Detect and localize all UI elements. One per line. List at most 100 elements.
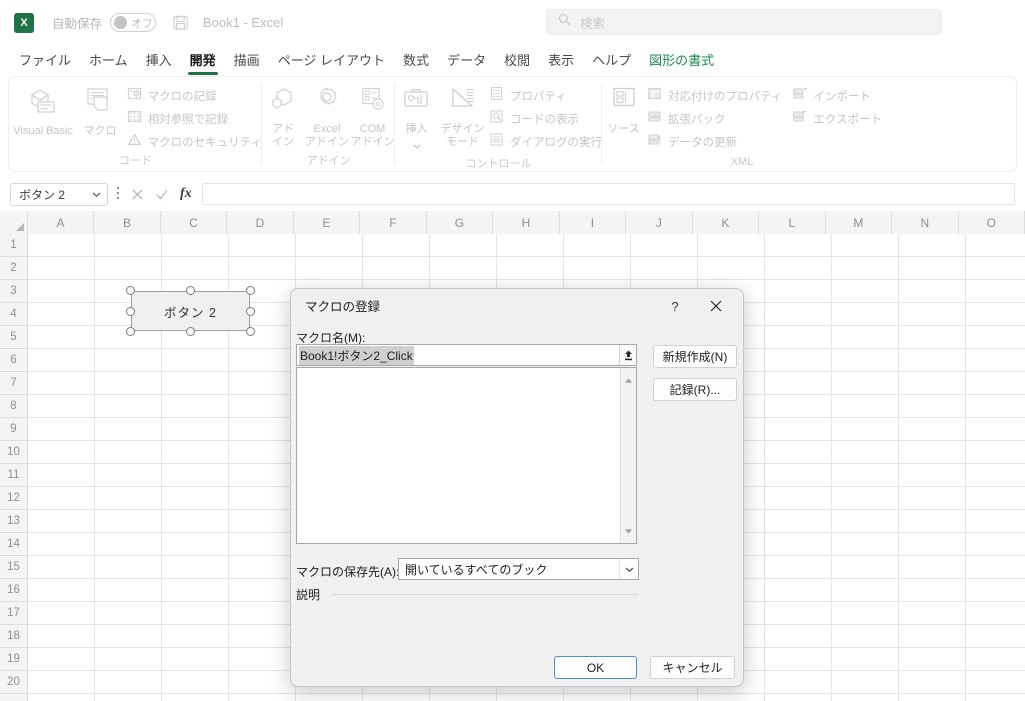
tab-shape-format[interactable]: 図形の書式 (640, 48, 723, 71)
help-icon[interactable]: ? (663, 296, 687, 316)
record-macro-dialog-button[interactable]: 記録(R)... (653, 378, 737, 401)
macro-name-input[interactable]: Book1!ボタン2_Click (296, 344, 637, 366)
tab-file[interactable]: ファイル (10, 48, 80, 71)
macro-security-button[interactable]: マクロのセキュリティ (127, 132, 262, 152)
spin-up-icon[interactable] (619, 345, 636, 365)
run-dialog-button[interactable]: ダイアログの実行 (489, 132, 602, 152)
column-header-C[interactable]: C (160, 211, 228, 234)
column-header-D[interactable]: D (227, 211, 294, 234)
chevron-down-icon[interactable] (412, 137, 422, 155)
row-header-8[interactable]: 8 (0, 395, 27, 418)
map-properties-button[interactable]: 対応付けのプロパティ (647, 86, 782, 106)
resize-handle-top-right[interactable] (246, 286, 255, 295)
column-header-N[interactable]: N (892, 211, 959, 234)
row-header-15[interactable]: 15 (0, 556, 27, 579)
formula-input[interactable] (201, 183, 1015, 205)
macro-list[interactable] (296, 367, 637, 544)
tab-data[interactable]: データ (438, 48, 495, 71)
com-addins-button[interactable]: COM アドイン (350, 82, 395, 148)
tab-page-layout[interactable]: ページ レイアウト (269, 48, 394, 71)
addins-button[interactable]: アド イン (262, 82, 304, 148)
column-header-O[interactable]: O (958, 211, 1025, 234)
tab-home[interactable]: ホーム (80, 48, 137, 71)
tab-developer[interactable]: 開発 (181, 48, 225, 75)
column-header-L[interactable]: L (759, 211, 826, 234)
chevron-down-icon[interactable] (619, 559, 638, 579)
use-relative-references-button[interactable]: 相対参照で記録 (127, 109, 262, 129)
search-input[interactable]: 検索 (546, 9, 942, 35)
macro-store-select[interactable]: 開いているすべてのブック (398, 558, 639, 580)
column-header-F[interactable]: F (360, 211, 427, 234)
macro-list-scrollbar[interactable] (620, 368, 636, 543)
column-header-J[interactable]: J (626, 211, 693, 234)
row-header-20[interactable]: 20 (0, 671, 27, 694)
column-header-A[interactable]: A (27, 211, 95, 234)
row-header-13[interactable]: 13 (0, 510, 27, 533)
column-header-G[interactable]: G (426, 211, 494, 234)
close-icon[interactable] (701, 294, 731, 318)
more-vertical-icon[interactable] (116, 185, 120, 204)
resize-handle-bottom-left[interactable] (126, 327, 135, 336)
select-all-corner[interactable] (0, 211, 28, 234)
row-header-1[interactable]: 1 (0, 234, 27, 257)
column-header-M[interactable]: M (825, 211, 893, 234)
chevron-down-icon[interactable] (91, 185, 102, 203)
tab-formulas[interactable]: 数式 (394, 48, 438, 71)
tab-help[interactable]: ヘルプ (583, 48, 640, 71)
name-box[interactable]: ボタン 2 (10, 182, 108, 206)
expansion-packs-button[interactable]: </> 拡張パック (647, 109, 782, 129)
row-header-16[interactable]: 16 (0, 579, 27, 602)
row-header-5[interactable]: 5 (0, 326, 27, 349)
row-header-12[interactable]: 12 (0, 487, 27, 510)
cancel-button[interactable]: キャンセル (650, 656, 735, 679)
column-header-I[interactable]: I (559, 211, 627, 234)
resize-handle-middle-left[interactable] (126, 306, 135, 316)
new-macro-button[interactable]: 新規作成(N) (653, 345, 737, 368)
resize-handle-top-left[interactable] (126, 286, 135, 295)
resize-handle-top-center[interactable] (186, 286, 195, 295)
resize-handle-bottom-right[interactable] (246, 327, 255, 336)
column-header-B[interactable]: B (94, 211, 161, 234)
row-header-17[interactable]: 17 (0, 602, 27, 625)
column-header-K[interactable]: K (692, 211, 760, 234)
import-button[interactable]: </> インポート (792, 86, 882, 106)
autosave-toggle[interactable]: オフ (110, 13, 157, 32)
confirm-formula-icon[interactable] (154, 188, 170, 201)
export-button[interactable]: </> エクスポート (792, 109, 882, 129)
row-header-19[interactable]: 19 (0, 648, 27, 671)
insert-function-icon[interactable]: fx (180, 186, 192, 202)
row-header-2[interactable]: 2 (0, 257, 27, 280)
column-header-H[interactable]: H (493, 211, 560, 234)
scroll-up-arrow[interactable] (624, 371, 633, 389)
refresh-data-button[interactable]: </> データの更新 (647, 132, 782, 152)
excel-addins-button[interactable]: Excel アドイン (304, 82, 350, 148)
visual-basic-button[interactable]: Visual Basic (9, 82, 77, 138)
properties-button[interactable]: プロパティ (489, 86, 602, 106)
record-macro-button[interactable]: マクロの記録 (127, 86, 262, 106)
row-header-14[interactable]: 14 (0, 533, 27, 556)
design-mode-button[interactable]: デザイン モード (438, 82, 487, 148)
scroll-down-arrow[interactable] (624, 522, 633, 540)
tab-insert[interactable]: 挿入 (137, 48, 181, 71)
save-icon[interactable] (172, 14, 189, 31)
cancel-formula-icon[interactable] (129, 188, 145, 201)
row-header-11[interactable]: 11 (0, 464, 27, 487)
resize-handle-bottom-center[interactable] (186, 327, 195, 336)
button-shape-selection[interactable]: ボタン 2 (126, 286, 255, 336)
button-shape[interactable]: ボタン 2 (131, 291, 250, 331)
insert-control-button[interactable]: 挿入 (395, 82, 438, 155)
resize-handle-middle-right[interactable] (246, 306, 255, 316)
row-header-4[interactable]: 4 (0, 303, 27, 326)
row-header-18[interactable]: 18 (0, 625, 27, 648)
row-header-9[interactable]: 9 (0, 418, 27, 441)
xml-source-button[interactable]: ソース (602, 82, 645, 136)
row-header-6[interactable]: 6 (0, 349, 27, 372)
tab-review[interactable]: 校閲 (495, 48, 539, 71)
view-code-button[interactable]: コードの表示 (489, 109, 602, 129)
macros-button[interactable]: マクロ (77, 82, 122, 138)
row-header-3[interactable]: 3 (0, 280, 27, 303)
column-header-E[interactable]: E (293, 211, 361, 234)
tab-view[interactable]: 表示 (539, 48, 583, 71)
ok-button[interactable]: OK (554, 656, 637, 679)
row-header-10[interactable]: 10 (0, 441, 27, 464)
